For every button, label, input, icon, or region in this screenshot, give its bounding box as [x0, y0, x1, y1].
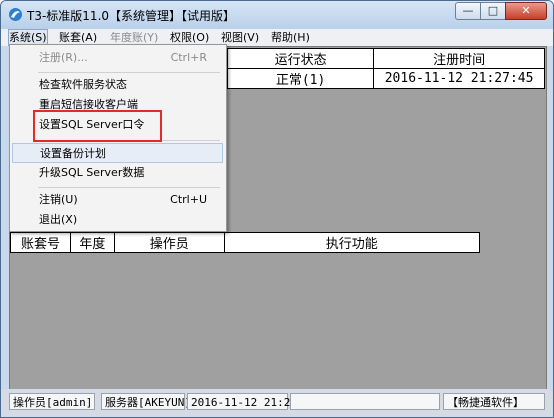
datetime-status: 2016-11-12 21:29	[187, 393, 297, 410]
menu-fiscal-year[interactable]: 年度账(Y)	[110, 30, 158, 45]
menu-item-label: 注销(U)	[39, 193, 78, 206]
table-cell: 2016-11-12 21:27:45	[373, 68, 545, 89]
maximize-button[interactable]: □	[480, 2, 506, 20]
column-header: 运行状态	[226, 48, 375, 69]
table-cell: 正常(1)	[226, 68, 375, 89]
menu-item-logout[interactable]: 注销(U) Ctrl+U	[12, 190, 223, 210]
close-button[interactable]: ✕	[505, 2, 547, 20]
menu-item-register[interactable]: 注册(R)... Ctrl+R	[12, 48, 223, 68]
maximize-icon: □	[487, 4, 499, 17]
menu-item-shortcut: Ctrl+U	[170, 193, 207, 206]
minimize-icon: —	[462, 4, 474, 17]
empty-status-panel	[290, 393, 440, 410]
column-header: 账套号	[10, 232, 71, 253]
menu-item-label: 设置备份计划	[40, 147, 106, 160]
column-header: 年度	[69, 232, 115, 253]
close-icon: ✕	[521, 4, 531, 17]
server-status: 服务器[AKEYUN]	[101, 393, 191, 410]
table-header-row: 账套号 年度 操作员 执行功能	[10, 232, 481, 253]
brand-status: 【畅捷通软件】	[443, 393, 545, 410]
window-title: T3-标准版11.0【系统管理】【试用版】	[27, 9, 236, 23]
minimize-button[interactable]: —	[455, 2, 481, 20]
status-bar: 操作员[admin] 服务器[AKEYUN] 2016-11-12 21:29 …	[1, 389, 553, 417]
menu-help[interactable]: 帮助(H)	[271, 30, 310, 45]
menu-item-shortcut: Ctrl+R	[170, 51, 207, 64]
menu-item-check-service[interactable]: 检查软件服务状态	[12, 75, 223, 95]
menu-item-label: 注册(R)...	[39, 51, 88, 64]
menu-permission[interactable]: 权限(O)	[170, 30, 209, 45]
menu-item-label: 升级SQL Server数据	[39, 166, 145, 179]
status-table: 运行状态 注册时间 正常(1) 2016-11-12 21:27:45	[226, 48, 545, 89]
column-header: 操作员	[113, 232, 225, 253]
menu-item-label: 退出(X)	[39, 213, 78, 226]
table-row[interactable]: 正常(1) 2016-11-12 21:27:45	[226, 68, 545, 89]
app-logo-icon	[9, 8, 22, 21]
menu-separator	[38, 72, 220, 73]
menu-item-backup-plan[interactable]: 设置备份计划	[12, 143, 223, 163]
menu-item-label: 检查软件服务状态	[39, 78, 127, 91]
operator-status: 操作员[admin]	[9, 393, 95, 410]
column-header: 注册时间	[373, 48, 545, 69]
title-bar[interactable]: T3-标准版11.0【系统管理】【试用版】 — □ ✕	[1, 1, 553, 29]
operation-log-table: 账套号 年度 操作员 执行功能	[10, 232, 481, 253]
menu-account[interactable]: 账套(A)	[59, 30, 97, 45]
menu-item-exit[interactable]: 退出(X)	[12, 210, 223, 230]
menu-view[interactable]: 视图(V)	[221, 30, 259, 45]
column-header: 执行功能	[223, 232, 481, 253]
table-header-row: 运行状态 注册时间	[226, 48, 545, 69]
menu-item-upgrade-sql[interactable]: 升级SQL Server数据	[12, 163, 223, 183]
menu-separator	[38, 187, 220, 188]
annotation-highlight-box	[33, 110, 162, 142]
